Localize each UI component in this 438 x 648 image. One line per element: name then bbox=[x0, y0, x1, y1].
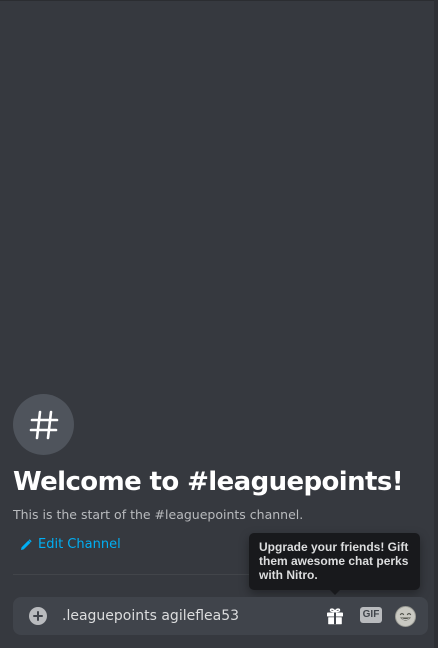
tooltip-arrow bbox=[330, 590, 340, 595]
channel-hash-avatar bbox=[13, 394, 74, 455]
scrollbar-track[interactable] bbox=[434, 0, 438, 648]
emoji-button[interactable] bbox=[395, 606, 416, 627]
edit-channel-button[interactable]: Edit Channel bbox=[20, 536, 121, 554]
gift-nitro-button[interactable] bbox=[325, 606, 345, 626]
message-input[interactable]: .leaguepoints agileflea53 bbox=[62, 605, 312, 627]
welcome-subtitle: This is the start of the #leaguepoints c… bbox=[13, 507, 304, 522]
chat-view: Welcome to #leaguepoints! This is the st… bbox=[0, 0, 438, 648]
top-divider bbox=[0, 0, 438, 1]
pencil-icon bbox=[21, 539, 32, 550]
edit-channel-label: Edit Channel bbox=[38, 537, 121, 552]
nitro-gift-tooltip: Upgrade your friends! Gift them awesome … bbox=[249, 533, 420, 590]
plus-circle-icon bbox=[33, 611, 43, 621]
attach-button[interactable] bbox=[29, 607, 47, 625]
emoji-icon bbox=[395, 606, 416, 627]
message-divider bbox=[13, 574, 249, 575]
message-composer: .leaguepoints agileflea53 GIF bbox=[13, 597, 428, 635]
welcome-title: Welcome to #leaguepoints! bbox=[13, 467, 404, 497]
gift-icon bbox=[327, 608, 343, 625]
gif-button[interactable]: GIF bbox=[360, 607, 382, 623]
channel-welcome: Welcome to #leaguepoints! This is the st… bbox=[13, 394, 423, 555]
hash-icon bbox=[29, 410, 58, 439]
